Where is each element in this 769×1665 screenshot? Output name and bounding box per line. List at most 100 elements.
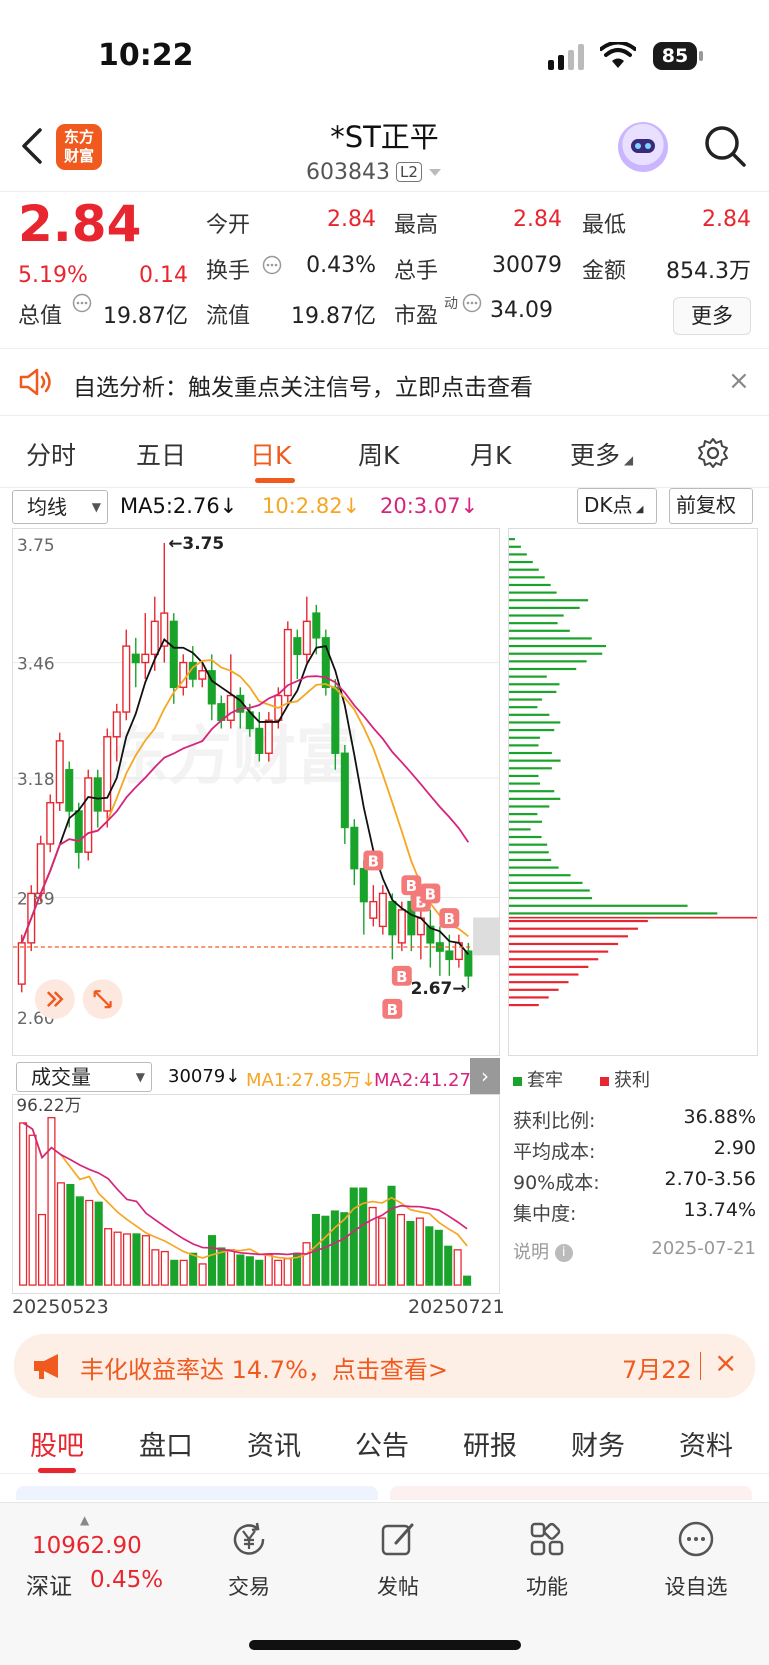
status-time: 10:22	[98, 38, 194, 73]
tab-monthly-k[interactable]: 月K	[470, 436, 511, 472]
active-content-tab-indicator	[38, 1468, 76, 1473]
volume-bar	[415, 1217, 424, 1286]
volume-bar	[387, 1185, 396, 1286]
adjust-button[interactable]: 前复权	[669, 488, 753, 524]
volume-bar	[378, 1217, 387, 1286]
content-card-left	[16, 1486, 378, 1500]
volume-bar	[463, 1275, 472, 1286]
tab-intraday[interactable]: 分时	[26, 436, 76, 472]
chip-bar	[509, 904, 688, 907]
candle-body	[103, 736, 112, 812]
alert-banner[interactable]: 自选分析：触发重点关注信号，立即点击查看 ×	[0, 350, 769, 416]
info-dots-icon[interactable]	[262, 255, 282, 275]
functions-button[interactable]: 功能	[497, 1519, 597, 1601]
high-price-label: ←3.75	[168, 533, 224, 553]
promo-banner[interactable]: 丰化收益率达 14.7%，点击查看> 7月22 ×	[14, 1334, 755, 1398]
chip-bar	[509, 568, 539, 571]
index-value[interactable]: 10962.90	[32, 1533, 142, 1559]
status-bar: 10:22 85	[0, 0, 769, 110]
chip-note-date: 2025-07-21	[651, 1238, 756, 1259]
tab-research[interactable]: 研报	[463, 1424, 517, 1463]
chip-bar	[509, 698, 542, 701]
search-icon[interactable]	[703, 124, 747, 168]
change-percent: 5.19%	[18, 263, 88, 288]
volume-ma1: MA1:27.85万↓	[246, 1070, 376, 1091]
candle-body	[122, 645, 131, 713]
cost90-value: 2.70-3.56	[664, 1168, 756, 1190]
banner-close-icon[interactable]: ×	[728, 366, 750, 396]
chip-note[interactable]: 说明 i	[513, 1238, 573, 1264]
open-value: 2.84	[327, 207, 376, 232]
more-button[interactable]: 更多	[673, 297, 751, 335]
candle-body	[340, 752, 349, 829]
volume-indicator-selector[interactable]: 成交量 ▼	[16, 1062, 152, 1092]
volume-bar	[170, 1259, 179, 1286]
stock-code-selector[interactable]: 603843 L2	[306, 158, 442, 186]
volume-bar	[160, 1250, 169, 1286]
add-watchlist-button[interactable]: 设自选	[646, 1519, 746, 1601]
volume-bar	[444, 1245, 453, 1286]
info-dots-icon[interactable]	[72, 293, 92, 313]
chip-bar	[509, 599, 589, 602]
pe-label: 市盈	[394, 304, 439, 329]
post-button[interactable]: 发帖	[348, 1519, 448, 1601]
active-tab-indicator	[255, 478, 295, 483]
gear-icon[interactable]	[696, 436, 730, 470]
info-dots-icon[interactable]	[462, 293, 482, 313]
chip-bar	[509, 560, 533, 564]
tab-announcements[interactable]: 公告	[355, 1424, 409, 1463]
collapse-arrow-icon[interactable]: ▲	[80, 1513, 89, 1527]
period-tabs: 分时 五日 日K 周K 月K 更多 ◢	[0, 420, 769, 488]
candle-body	[74, 810, 83, 853]
chip-bar	[509, 545, 521, 548]
tab-more[interactable]: 更多 ◢	[570, 436, 633, 472]
volume-bar	[122, 1233, 132, 1286]
volume-bar	[274, 1259, 283, 1286]
ma20-value: 20:3.07↓	[380, 494, 479, 518]
svg-text:B: B	[387, 1001, 398, 1019]
tab-five-day[interactable]: 五日	[136, 436, 186, 472]
wifi-icon	[600, 42, 636, 68]
candle-body	[93, 777, 102, 812]
change-amount: 0.14	[139, 263, 188, 288]
chip-bar	[509, 576, 545, 579]
chip-bar	[509, 958, 599, 961]
chip-bar	[509, 667, 577, 671]
high-value: 2.84	[513, 207, 562, 232]
volume-scroll-right-icon[interactable]: ›	[470, 1058, 500, 1094]
index-name: 深证	[26, 1574, 72, 1600]
pe-value: 34.09	[490, 298, 553, 323]
dk-point-button[interactable]: DK点 ◢	[577, 488, 657, 524]
ma-selector[interactable]: 均线 ▼	[12, 490, 108, 524]
chip-bar	[509, 644, 607, 648]
expand-left-icon	[34, 979, 75, 1020]
turnover-value: 0.43%	[306, 253, 376, 278]
ai-assistant-robot-icon[interactable]	[618, 122, 668, 172]
buy-signal-marker: B	[439, 908, 460, 928]
svg-text:B: B	[425, 885, 436, 903]
chip-bar	[509, 622, 558, 625]
trade-button[interactable]: 交易	[199, 1519, 299, 1601]
tab-profile[interactable]: 资料	[679, 1424, 733, 1463]
chip-bar	[509, 858, 552, 862]
tab-finance[interactable]: 财务	[571, 1424, 625, 1463]
chip-bar	[509, 843, 548, 846]
stock-header: 东方 财富 *ST正平 603843 L2	[0, 110, 769, 192]
indicator-row: 均线 ▼ MA5:2.76↓ 10:2.82↓ 20:3.07↓ DK点 ◢ 前复…	[0, 488, 769, 528]
candle-body	[388, 900, 397, 936]
volume-bar	[302, 1242, 311, 1286]
tab-weekly-k[interactable]: 周K	[358, 436, 399, 472]
volume-bar	[340, 1212, 349, 1286]
promo-divider	[700, 1352, 701, 1380]
volume-current: 30079↓	[168, 1066, 241, 1087]
battery-indicator: 85	[653, 42, 697, 70]
candlestick-chart[interactable]: 东方财富3.753.463.182.892.60←3.752.67→BBBBBB…	[12, 528, 500, 1056]
stock-code: 603843	[306, 159, 390, 185]
candle-body	[255, 727, 264, 754]
promo-close-icon[interactable]: ×	[714, 1346, 737, 1379]
tab-pankou[interactable]: 盘口	[139, 1424, 193, 1463]
tab-guba[interactable]: 股吧	[30, 1424, 84, 1463]
tab-news[interactable]: 资讯	[247, 1424, 301, 1463]
tab-daily-k[interactable]: 日K	[250, 436, 291, 472]
y-tick-label: 3.18	[17, 769, 55, 789]
